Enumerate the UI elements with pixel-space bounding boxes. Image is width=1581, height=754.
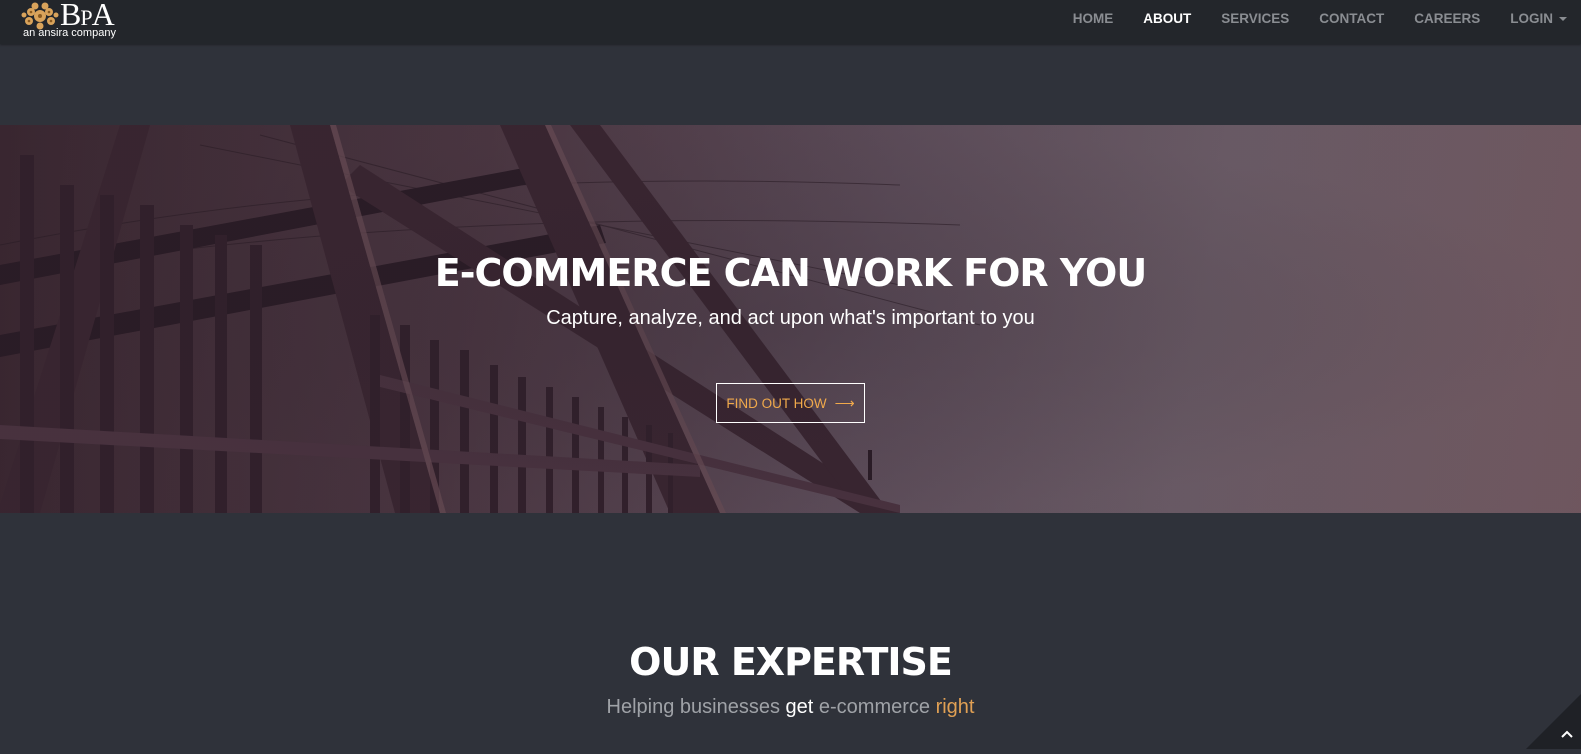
nav-about[interactable]: ABOUT <box>1143 0 1191 44</box>
expertise-subtitle: Helping businesses get e-commerce right <box>0 694 1581 720</box>
subtitle-part-3: e-commerce <box>813 696 936 718</box>
chevron-up-icon <box>1526 694 1581 749</box>
caret-down-icon <box>1559 17 1567 22</box>
hero-subtitle: Capture, analyze, and act upon what's im… <box>546 307 1035 329</box>
nav-careers[interactable]: CAREERS <box>1414 0 1480 44</box>
subtitle-part-2: get <box>785 696 814 718</box>
nav-home[interactable]: HOME <box>1073 0 1114 44</box>
expertise-title: OUR EXPERTISE <box>629 640 953 684</box>
brand-logo[interactable]: BPA an ansira company <box>20 0 130 44</box>
nav-login-dropdown[interactable]: LOGIN <box>1510 0 1567 44</box>
find-out-how-button[interactable]: FIND OUT HOW ⟶ <box>716 383 865 423</box>
nav-login-label: LOGIN <box>1510 11 1553 26</box>
find-out-how-label: FIND OUT HOW <box>726 395 827 411</box>
scroll-to-top-button[interactable] <box>1526 694 1581 749</box>
subtitle-part-4: right <box>935 696 975 718</box>
hero-title: E-COMMERCE CAN WORK FOR YOU <box>434 251 1147 295</box>
hero-banner: E-COMMERCE CAN WORK FOR YOU Capture, ana… <box>0 125 1581 513</box>
arrow-right-icon: ⟶ <box>834 394 855 411</box>
nav-contact[interactable]: CONTACT <box>1319 0 1384 44</box>
subtitle-part-1: Helping businesses <box>606 696 786 718</box>
top-navbar: BPA an ansira company HOME ABOUT SERVICE… <box>0 0 1581 44</box>
nav-menu: HOME ABOUT SERVICES CONTACT CAREERS LOGI… <box>1043 0 1567 44</box>
nav-services[interactable]: SERVICES <box>1221 0 1289 44</box>
brand-tagline: an ansira company <box>23 27 116 39</box>
